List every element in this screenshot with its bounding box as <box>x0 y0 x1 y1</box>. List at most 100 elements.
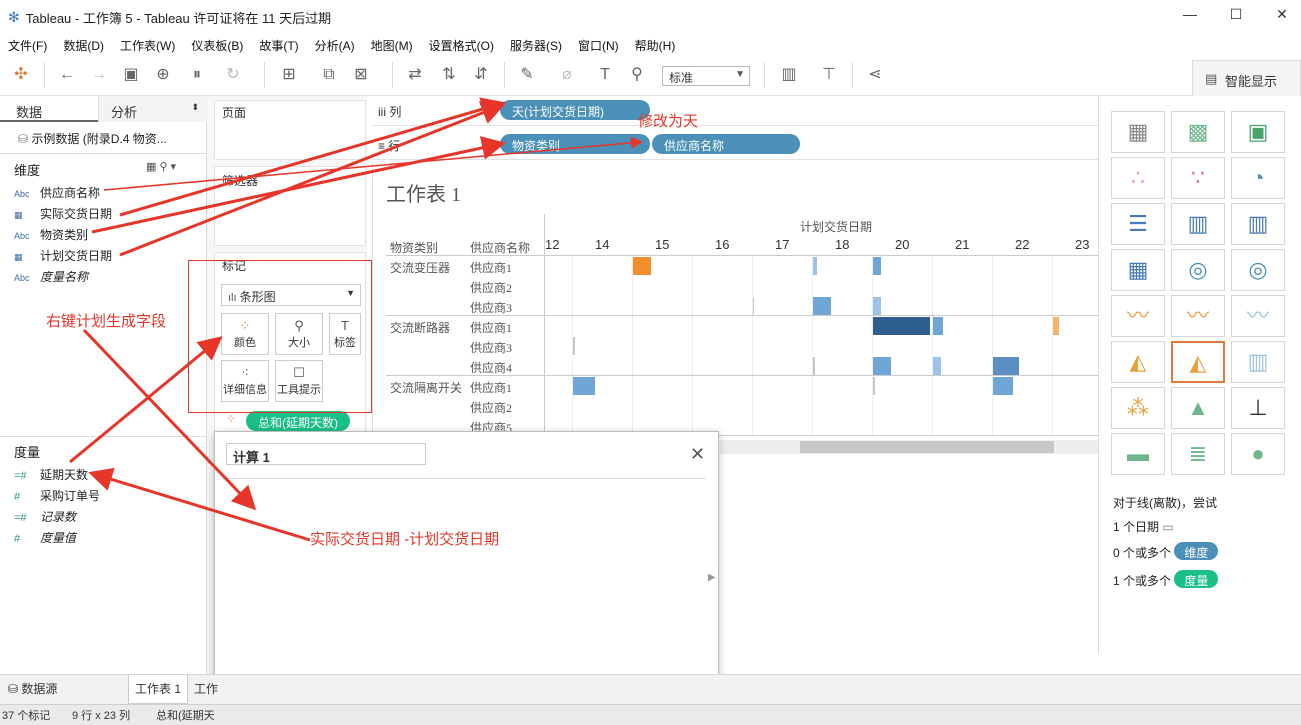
showme-chart-icon[interactable]: ∴ <box>1111 157 1165 199</box>
bar-mark[interactable] <box>993 377 1013 395</box>
bar-mark[interactable] <box>933 317 943 335</box>
rows-pill-supplier[interactable]: 供应商名称 <box>652 134 800 154</box>
formula-editor[interactable] <box>222 484 706 684</box>
bar-mark[interactable] <box>633 257 651 275</box>
swap-icon[interactable]: ⇄ <box>404 64 426 86</box>
showme-chart-icon[interactable]: ◭ <box>1111 341 1165 383</box>
showme-chart-icon[interactable]: ▲ <box>1171 387 1225 429</box>
showme-chart-icon[interactable]: ▥ <box>1171 203 1225 245</box>
tab-data[interactable]: 数据 <box>0 96 98 122</box>
minimize-button[interactable]: — <box>1170 6 1210 22</box>
share-icon[interactable]: ⋖ <box>864 64 886 86</box>
showme-chart-icon[interactable]: ▥ <box>1231 341 1285 383</box>
showme-chart-icon[interactable]: ◭ <box>1171 341 1225 383</box>
fit-select[interactable]: 标准 ▼ <box>662 66 750 86</box>
calc-name-field[interactable]: 计算 1 <box>226 443 426 465</box>
duplicate-icon[interactable]: ⧉ <box>318 64 340 86</box>
showme-chart-icon[interactable]: ∵ <box>1171 157 1225 199</box>
group-icon[interactable]: ⌀ <box>556 64 578 86</box>
show-labels-icon[interactable]: T <box>594 64 616 86</box>
menu-dashboard[interactable]: 仪表板(B) <box>183 37 251 54</box>
field-actual-delivery-date[interactable]: ▦ 实际交货日期 <box>14 205 112 222</box>
menu-map[interactable]: 地图(M) <box>363 37 421 54</box>
menu-analysis[interactable]: 分析(A) <box>307 37 363 54</box>
menu-server[interactable]: 服务器(S) <box>502 37 570 54</box>
bar-mark[interactable] <box>933 357 941 375</box>
close-button[interactable]: ✕ <box>1262 6 1301 23</box>
showme-chart-icon[interactable]: ▣ <box>1231 111 1285 153</box>
close-icon[interactable]: ✕ <box>690 444 705 465</box>
showme-chart-icon[interactable]: ▬ <box>1111 433 1165 475</box>
redo-icon[interactable]: → <box>88 64 110 86</box>
showme-chart-icon[interactable]: ▩ <box>1171 111 1225 153</box>
bar-mark[interactable] <box>573 377 595 395</box>
new-datasource-icon[interactable]: ⊕ <box>152 64 174 86</box>
tab-sheet2-label[interactable]: 工作 <box>194 680 218 697</box>
showme-chart-icon[interactable]: ⁂ <box>1111 387 1165 429</box>
bar-mark[interactable] <box>813 257 817 275</box>
refresh-icon[interactable]: ↻ <box>222 64 244 86</box>
bar-mark[interactable] <box>873 377 875 395</box>
pause-updates-icon[interactable]: ⏸ <box>186 64 208 86</box>
menu-worksheet[interactable]: 工作表(W) <box>112 37 183 54</box>
save-icon[interactable]: ▣ <box>120 64 142 86</box>
bar-mark[interactable] <box>573 337 575 355</box>
color-pill[interactable]: 总和(延期天数) <box>246 411 350 431</box>
bar-mark[interactable] <box>1053 317 1059 335</box>
bar-mark[interactable] <box>873 357 891 375</box>
sort-descending-icon[interactable]: ⇵ <box>470 64 492 86</box>
showme-chart-icon[interactable]: 〰 <box>1171 295 1225 337</box>
showme-chart-icon[interactable]: ▥ <box>1231 203 1285 245</box>
horizontal-scrollbar[interactable] <box>720 440 1098 454</box>
showme-chart-icon[interactable]: ◔ <box>1231 157 1285 199</box>
showme-tab[interactable]: ▤ 智能显示 <box>1192 60 1301 96</box>
field-planned-delivery-date[interactable]: ▦ 计划交货日期 <box>14 247 112 264</box>
showme-chart-icon[interactable]: ◎ <box>1171 249 1225 291</box>
tab-analysis[interactable]: 分析 ⬍ <box>98 96 207 122</box>
showme-chart-icon[interactable]: 〰 <box>1231 295 1285 337</box>
showme-chart-icon[interactable]: ◎ <box>1231 249 1285 291</box>
bar-mark[interactable] <box>813 357 815 375</box>
new-worksheet-icon[interactable]: ⊞ <box>278 64 300 86</box>
datasource-item[interactable]: ⛁ 示例数据 (附录D.4 物资... <box>18 130 167 147</box>
datasource-tab[interactable]: ⛁ 数据源 <box>8 680 57 697</box>
showme-chart-icon[interactable]: ⊥ <box>1231 387 1285 429</box>
expand-icon[interactable]: ▶ <box>708 572 716 583</box>
columns-shelf[interactable]: iii 列 <box>372 96 1098 126</box>
clear-sheet-icon[interactable]: ⊠ <box>350 64 372 86</box>
bar-mark[interactable] <box>873 257 881 275</box>
showme-chart-icon[interactable]: ● <box>1231 433 1285 475</box>
field-purchase-order[interactable]: # 采购订单号 <box>14 487 100 504</box>
field-delay-days[interactable]: =# 延期天数 <box>14 466 88 483</box>
showme-chart-icon[interactable]: ▦ <box>1111 249 1165 291</box>
tableau-home-icon[interactable]: ✣ <box>10 64 32 86</box>
field-measure-names[interactable]: Abc 度量名称 <box>14 268 88 285</box>
bar-mark[interactable] <box>753 297 754 315</box>
show-cards-icon[interactable]: ▥ <box>778 64 800 86</box>
showme-chart-icon[interactable]: ≣ <box>1171 433 1225 475</box>
menu-window[interactable]: 窗口(N) <box>570 37 627 54</box>
bar-mark[interactable] <box>813 297 831 315</box>
presentation-icon[interactable]: ⊤ <box>818 64 840 86</box>
menu-file[interactable]: 文件(F) <box>0 37 55 54</box>
undo-icon[interactable]: ← <box>56 64 78 86</box>
menu-help[interactable]: 帮助(H) <box>627 37 684 54</box>
menu-format[interactable]: 设置格式(O) <box>421 37 502 54</box>
field-material-category[interactable]: Abc 物资类别 <box>14 226 88 243</box>
field-measure-values[interactable]: # 度量值 <box>14 529 76 546</box>
columns-pill[interactable]: 天(计划交货日期) <box>500 100 650 120</box>
bar-mark[interactable] <box>873 297 881 315</box>
menu-story[interactable]: 故事(T) <box>251 37 306 54</box>
view-options-icon[interactable]: ▦ ⚲ ▾ <box>146 160 176 173</box>
menu-data[interactable]: 数据(D) <box>55 37 112 54</box>
maximize-button[interactable]: ☐ <box>1216 6 1256 23</box>
field-supplier-name[interactable]: Abc 供应商名称 <box>14 184 100 201</box>
bar-mark[interactable] <box>993 357 1019 375</box>
rows-pill-category[interactable]: 物资类别 <box>500 134 650 154</box>
field-record-count[interactable]: =# 记录数 <box>14 508 76 525</box>
highlight-icon[interactable]: ✎ <box>516 64 538 86</box>
bar-mark[interactable] <box>873 317 930 335</box>
showme-chart-icon[interactable]: ☰ <box>1111 203 1165 245</box>
showme-chart-icon[interactable]: 〰 <box>1111 295 1165 337</box>
fix-axes-icon[interactable]: ⚲ <box>626 64 648 86</box>
